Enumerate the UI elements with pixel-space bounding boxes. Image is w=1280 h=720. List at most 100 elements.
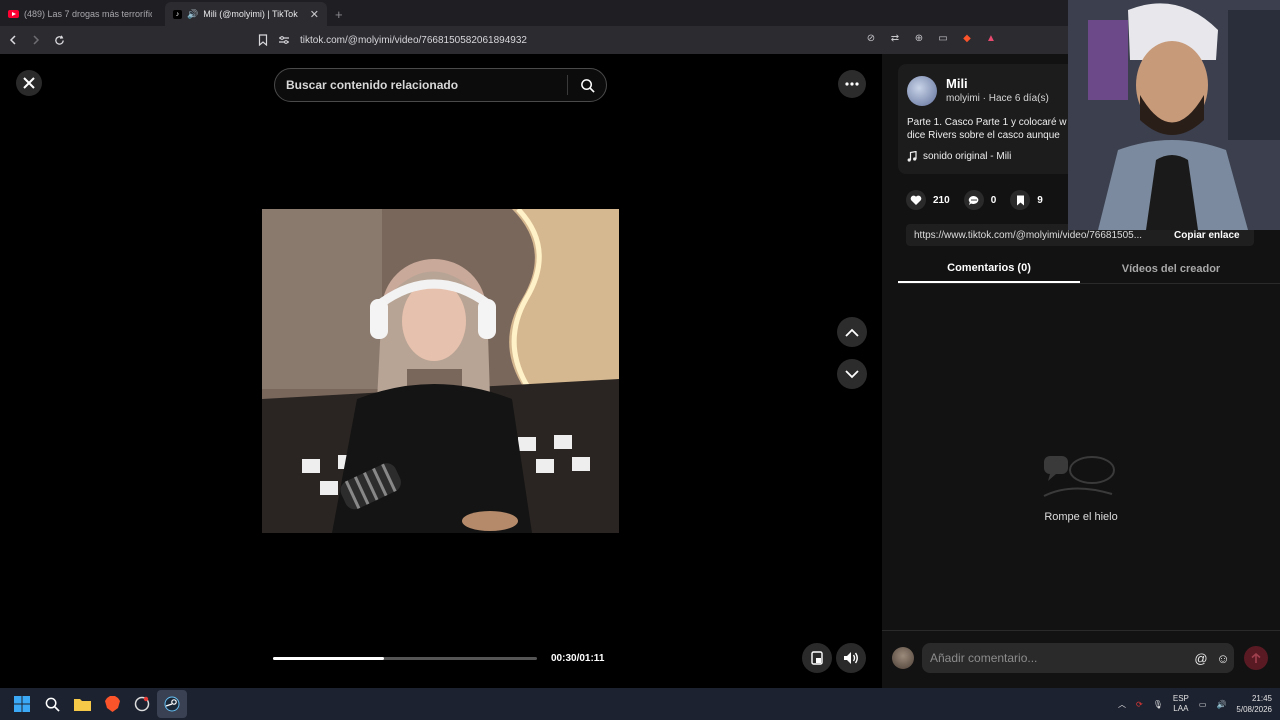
comment-input[interactable]: [922, 651, 1190, 665]
chevron-up-icon: [845, 328, 859, 337]
author-subtitle: molyimi · Hace 6 día(s): [946, 93, 1049, 104]
music-title: sonido original - Mili: [923, 151, 1012, 162]
sync-icon[interactable]: ⟳: [1136, 700, 1143, 709]
search-icon[interactable]: [568, 78, 606, 93]
windows-taskbar: ︿ ⟳ 🎙 ESP LAA ▭ 🔊 21:45 5/08/2026: [0, 688, 1280, 720]
clock-time: 21:45: [1251, 694, 1272, 703]
steam-button[interactable]: [157, 690, 187, 718]
microphone-icon[interactable]: 🎙: [1153, 700, 1163, 709]
tiktok-icon: ♪: [173, 9, 182, 19]
author-avatar[interactable]: [907, 76, 937, 106]
comments-empty-state: Rompe el hielo: [882, 454, 1280, 523]
tracking-off-icon[interactable]: ⊘: [864, 31, 878, 45]
close-video-button[interactable]: [16, 70, 42, 96]
app-icon: [134, 696, 150, 712]
mini-player-icon: [811, 651, 823, 665]
forward-button[interactable]: [26, 30, 46, 50]
browser-tab-bar: (489) Las 7 drogas más terroríficas de ♪…: [0, 0, 1068, 26]
folder-icon: [73, 699, 91, 711]
tab-title: Mili (@molyimi) | TikTok: [203, 9, 298, 19]
comment-icon: [963, 190, 984, 210]
brave-shield-icon[interactable]: ◆: [960, 31, 974, 45]
more-dots-icon: [845, 82, 859, 86]
taskbar-search-button[interactable]: [37, 690, 67, 718]
speaker-icon: 🔊: [187, 8, 199, 19]
comment-composer: @ ☺: [882, 630, 1280, 688]
zoom-icon[interactable]: ⊕: [912, 31, 926, 45]
reload-button[interactable]: [49, 30, 69, 50]
mention-icon[interactable]: @: [1190, 651, 1212, 666]
arrow-up-icon: [1251, 652, 1261, 663]
post-description-line: dice Rivers sobre el casco aunque: [907, 130, 1060, 141]
chevron-up-icon[interactable]: ︿: [1118, 699, 1126, 710]
translate-icon[interactable]: ⇄: [888, 31, 902, 45]
video-frame[interactable]: [262, 209, 619, 533]
volume-button[interactable]: [836, 643, 866, 673]
related-search-input[interactable]: [275, 78, 567, 92]
post-description-line: Parte 1. Casco Parte 1 y colocaré w: [907, 117, 1067, 128]
video-still: [262, 209, 619, 533]
clock[interactable]: 21:45 5/08/2026: [1236, 693, 1272, 715]
action-buttons: 210 0 9: [906, 190, 1043, 210]
music-row[interactable]: sonido original - Mili: [907, 151, 1011, 162]
start-button[interactable]: [7, 690, 37, 718]
post-description: Parte 1. Casco Parte 1 y colocaré w dice…: [907, 116, 1072, 142]
comment-button[interactable]: 0: [963, 190, 996, 210]
music-note-icon: [907, 151, 917, 162]
windows-icon: [14, 696, 30, 712]
new-tab-button[interactable]: +: [327, 2, 351, 26]
back-arrow-icon: [9, 35, 16, 45]
url-text[interactable]: tiktok.com/@molyimi/video/76681505820618…: [300, 35, 527, 46]
network-icon[interactable]: ▭: [1199, 700, 1207, 709]
webcam-overlay: [1068, 0, 1280, 230]
address-bar: tiktok.com/@molyimi/video/76681505820618…: [0, 26, 1068, 54]
user-avatar: [892, 647, 914, 669]
more-options-button[interactable]: [838, 70, 866, 98]
browser-tab-youtube[interactable]: (489) Las 7 drogas más terroríficas de: [0, 2, 165, 26]
send-comment-button[interactable]: [1244, 646, 1268, 670]
empty-state-label: Rompe el hielo: [1044, 511, 1118, 523]
save-count: 9: [1037, 194, 1043, 206]
floating-player-button[interactable]: [802, 643, 832, 673]
keyboard-layout: LAA: [1173, 704, 1189, 713]
file-explorer-button[interactable]: [67, 690, 97, 718]
like-button[interactable]: 210: [906, 190, 950, 210]
bookmark-icon[interactable]: [258, 34, 268, 46]
cast-icon[interactable]: ▭: [936, 31, 950, 45]
steam-icon: [164, 696, 180, 712]
next-video-button[interactable]: [837, 359, 867, 389]
brave-rewards-icon[interactable]: ▲: [984, 31, 998, 45]
comment-input-box[interactable]: @ ☺: [922, 643, 1234, 673]
share-link-url[interactable]: https://www.tiktok.com/@molyimi/video/76…: [906, 230, 1162, 241]
youtube-icon: [8, 10, 19, 18]
app-button[interactable]: [127, 690, 157, 718]
webcam-still: [1068, 0, 1280, 230]
site-settings-icon[interactable]: [278, 35, 290, 45]
system-tray: ︿ ⟳ 🎙 ESP LAA ▭ 🔊 21:45 5/08/2026: [1118, 688, 1272, 720]
brave-icon: [104, 696, 120, 712]
video-progress-bar[interactable]: [273, 657, 537, 660]
author-name[interactable]: Mili: [946, 76, 968, 91]
clock-date: 5/08/2026: [1236, 705, 1272, 714]
tab-comments[interactable]: Comentarios (0): [898, 254, 1080, 283]
tab-creator-videos[interactable]: Vídeos del creador: [1080, 254, 1262, 283]
chat-bubbles-icon: [1043, 456, 1115, 497]
back-button[interactable]: [3, 30, 23, 50]
panel-tabs: Comentarios (0) Vídeos del creador: [898, 254, 1280, 284]
related-search-bar[interactable]: [274, 68, 607, 102]
language-indicator[interactable]: ESP LAA: [1173, 694, 1189, 714]
emoji-icon[interactable]: ☺: [1212, 651, 1234, 666]
chevron-down-icon: [845, 369, 859, 378]
brave-browser-button[interactable]: [97, 690, 127, 718]
search-icon: [45, 697, 60, 712]
video-progress-fill: [273, 657, 384, 660]
forward-arrow-icon: [33, 35, 40, 45]
close-tab-icon[interactable]: ✕: [310, 8, 319, 21]
copy-link-button[interactable]: Copiar enlace: [1174, 230, 1240, 241]
tab-title: (489) Las 7 drogas más terroríficas de: [24, 9, 152, 19]
save-button[interactable]: 9: [1010, 190, 1043, 210]
bookmark-icon: [1010, 190, 1031, 210]
previous-video-button[interactable]: [837, 317, 867, 347]
speaker-icon[interactable]: 🔊: [1216, 700, 1226, 709]
browser-tab-tiktok[interactable]: ♪ 🔊 Mili (@molyimi) | TikTok ✕: [165, 2, 327, 26]
